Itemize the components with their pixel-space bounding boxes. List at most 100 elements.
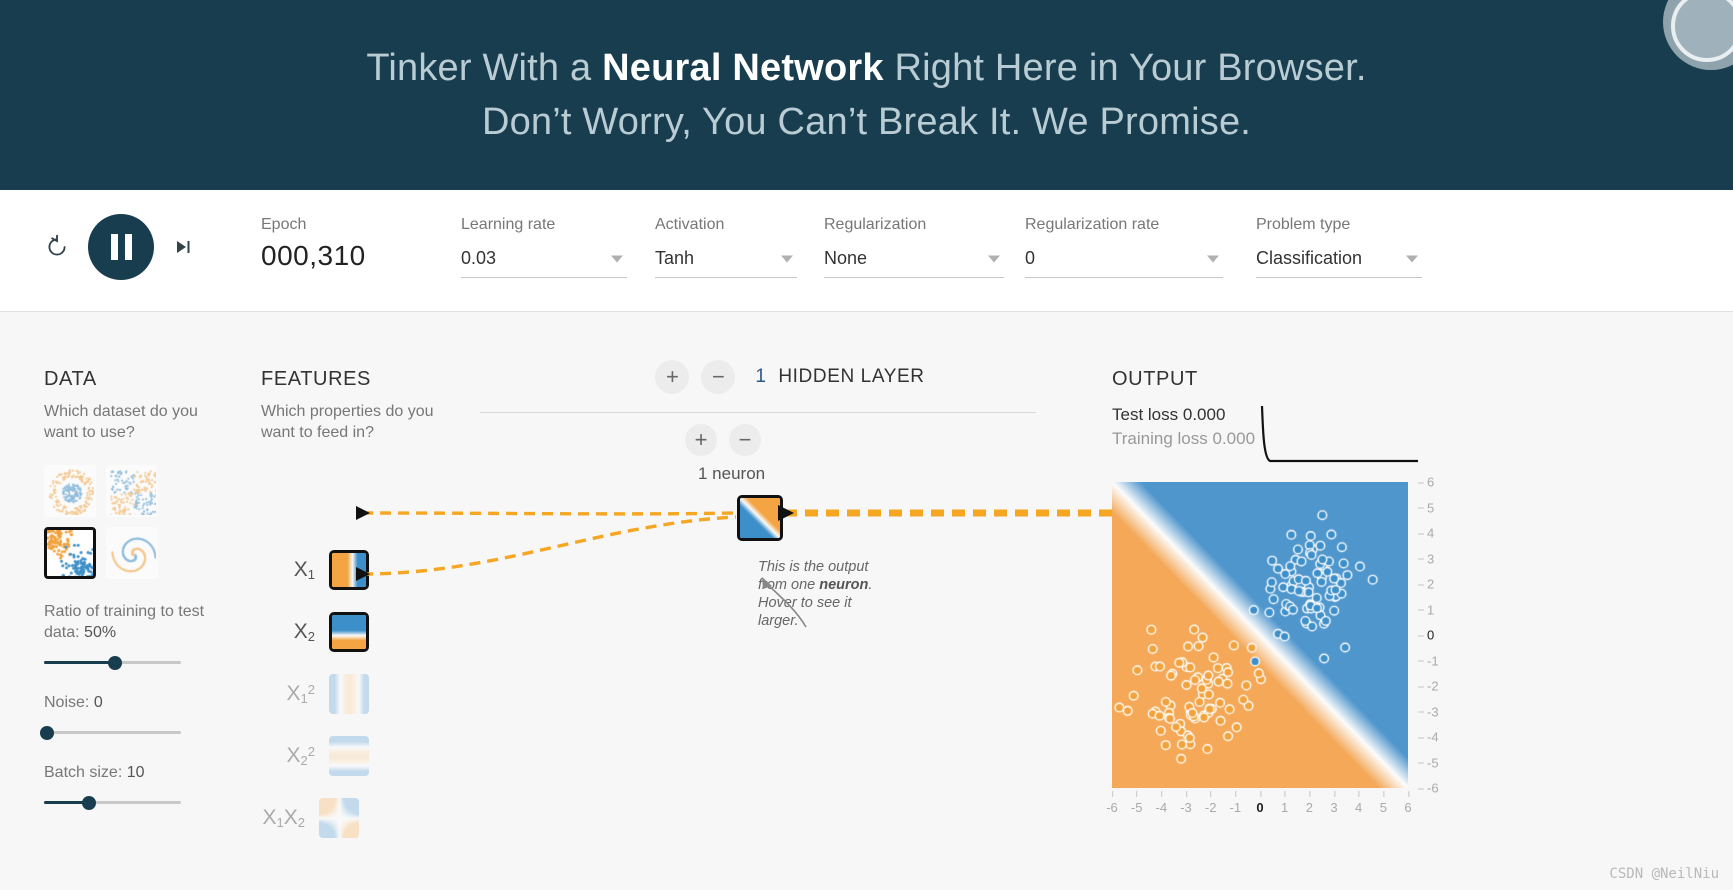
feature-node-x1sq[interactable] xyxy=(329,674,369,714)
x-tick-6: 6 xyxy=(1404,791,1412,815)
add-neuron-button[interactable]: + xyxy=(685,424,717,456)
neuron-callout-text: This is the output from one neuron. Hove… xyxy=(758,558,876,630)
pause-icon xyxy=(110,234,132,260)
ratio-value: 50% xyxy=(84,624,117,641)
x-tick--5: -5 xyxy=(1131,791,1142,815)
feature-node-x1x2[interactable] xyxy=(319,798,359,838)
slider-knob xyxy=(108,656,123,670)
headline-pre: Tinker With a xyxy=(366,47,603,89)
batch-slider[interactable] xyxy=(44,796,181,810)
problem-type-select[interactable]: Classification xyxy=(1256,240,1422,278)
remove-neuron-button[interactable]: − xyxy=(729,424,761,456)
feature-node-x2sq[interactable] xyxy=(329,736,369,776)
learning-rate-select[interactable]: 0.03 xyxy=(461,240,627,278)
training-loss-value: 0.000 xyxy=(1212,429,1256,448)
dataset-thumb-spiral[interactable] xyxy=(106,527,158,579)
regularization-rate-select[interactable]: 0 xyxy=(1025,240,1223,278)
test-loss-value: 0.000 xyxy=(1182,405,1226,424)
step-forward-icon[interactable] xyxy=(168,232,198,262)
features-panel: FEATURES Which properties do you want to… xyxy=(261,368,461,838)
y-tick--1: -1 xyxy=(1418,653,1444,668)
network-panel: + − 1 HIDDEN LAYER + − 1 neuron This is … xyxy=(470,312,1110,890)
dataset-thumb-circle[interactable] xyxy=(44,465,96,517)
y-tick-5: 5 xyxy=(1418,500,1444,515)
features-panel-title: FEATURES xyxy=(261,368,371,390)
learning-rate-group: Learning rate 0.03 xyxy=(461,216,627,278)
regularization-rate-group: Regularization rate 0 xyxy=(1025,216,1223,278)
noise-slider[interactable] xyxy=(39,726,181,740)
activation-select[interactable]: Tanh xyxy=(655,240,797,278)
y-tick-0: 0 xyxy=(1418,628,1444,643)
x-tick-2: 2 xyxy=(1306,791,1313,815)
header-headline-1: Tinker With a Neural Network Right Here … xyxy=(366,41,1366,95)
feature-label-x1sq: X12 xyxy=(286,682,315,706)
control-bar: Epoch 000,310 Learning rate 0.03 Activat… xyxy=(0,190,1733,312)
feature-node-x2[interactable] xyxy=(329,612,369,652)
x-tick--6: -6 xyxy=(1106,791,1118,815)
regularization-select[interactable]: None xyxy=(824,240,1004,278)
neuron-count-label: 1 neuron xyxy=(698,464,766,483)
play-pause-button[interactable] xyxy=(88,214,154,280)
data-panel-title: DATA xyxy=(44,368,97,390)
header-headline-2: Don’t Worry, You Can’t Break It. We Prom… xyxy=(481,101,1252,143)
feature-node-x1[interactable] xyxy=(329,550,369,590)
y-tick-2: 2 xyxy=(1418,577,1444,592)
y-tick-6: 6 xyxy=(1418,475,1444,490)
epoch-group: Epoch 000,310 xyxy=(261,216,366,272)
noise-slider-block: Noise: 0 xyxy=(39,692,234,740)
chevron-down-icon xyxy=(1406,255,1418,262)
batch-slider-block: Batch size: 10 xyxy=(44,762,234,810)
remove-layer-button[interactable]: − xyxy=(701,360,736,394)
problem-type-label: Problem type xyxy=(1256,216,1351,233)
y-tick-1: 1 xyxy=(1418,602,1444,617)
y-tick-4: 4 xyxy=(1418,526,1444,541)
x-tick-5: 5 xyxy=(1380,791,1387,815)
page-header: Tinker With a Neural Network Right Here … xyxy=(0,0,1733,190)
slider-track xyxy=(44,731,181,734)
output-panel: OUTPUT Test loss 0.000 Training loss 0.0… xyxy=(1106,368,1672,815)
feature-row-x1x2: X1X2 xyxy=(249,798,359,838)
y-tick-3: 3 xyxy=(1418,551,1444,566)
x-tick--2: -2 xyxy=(1205,791,1216,815)
hidden-layers-header: + − 1 HIDDEN LAYER xyxy=(470,360,1110,394)
add-layer-button[interactable]: + xyxy=(655,360,690,394)
feature-row-x1: X1 xyxy=(271,550,369,590)
hidden-neuron-node[interactable] xyxy=(737,495,783,541)
x-tick--3: -3 xyxy=(1180,791,1192,815)
layers-label: HIDDEN LAYER xyxy=(778,366,925,387)
chevron-down-icon xyxy=(988,255,1000,262)
watermark: CSDN @NeilNiu xyxy=(1609,866,1719,882)
learning-rate-value: 0.03 xyxy=(461,248,497,268)
dataset-thumbnail-grid xyxy=(44,465,234,579)
heatmap-y-axis: 6 5 4 3 2 1 0 -1 -2 -3 -4 -5 -6 xyxy=(1412,475,1446,796)
callout-bold: neuron xyxy=(819,577,869,593)
layer-divider xyxy=(480,412,1036,413)
loss-curve-chart xyxy=(1260,405,1418,463)
ratio-slider-block: Ratio of training to test data: 50% xyxy=(44,601,234,670)
dataset-thumb-gaussian[interactable] xyxy=(44,527,96,579)
problem-type-group: Problem type Classification xyxy=(1256,216,1422,278)
epoch-value: 000,310 xyxy=(261,240,366,271)
slider-fill xyxy=(44,661,116,664)
ratio-slider[interactable] xyxy=(44,656,181,670)
app-root: Tinker With a Neural Network Right Here … xyxy=(0,0,1733,890)
feature-row-x1sq: X12 xyxy=(271,674,369,714)
chevron-down-icon xyxy=(781,255,793,262)
output-heatmap[interactable] xyxy=(1112,482,1408,788)
problem-type-value: Classification xyxy=(1256,248,1363,268)
batch-value: 10 xyxy=(126,764,145,781)
test-loss-label: Test loss xyxy=(1112,405,1179,424)
ratio-label: Ratio of training to test data: 50% xyxy=(44,601,234,643)
activation-label: Activation xyxy=(655,216,725,233)
feature-label-x2: X2 xyxy=(293,620,315,644)
reset-icon[interactable] xyxy=(40,230,74,264)
x-tick-4: 4 xyxy=(1355,791,1362,815)
regularization-label: Regularization xyxy=(824,216,927,233)
x-tick-3: 3 xyxy=(1330,791,1338,815)
heatmap-x-axis: -6 -5 -4 -3 -2 -1 0 1 2 3 4 5 6 xyxy=(1106,790,1412,816)
y-tick--2: -2 xyxy=(1418,679,1444,694)
y-tick--6: -6 xyxy=(1418,781,1444,796)
headline-bold: Neural Network xyxy=(602,47,884,89)
dataset-thumb-exclusive-or[interactable] xyxy=(106,465,158,517)
data-panel: DATA Which dataset do you want to use? R… xyxy=(39,368,234,810)
